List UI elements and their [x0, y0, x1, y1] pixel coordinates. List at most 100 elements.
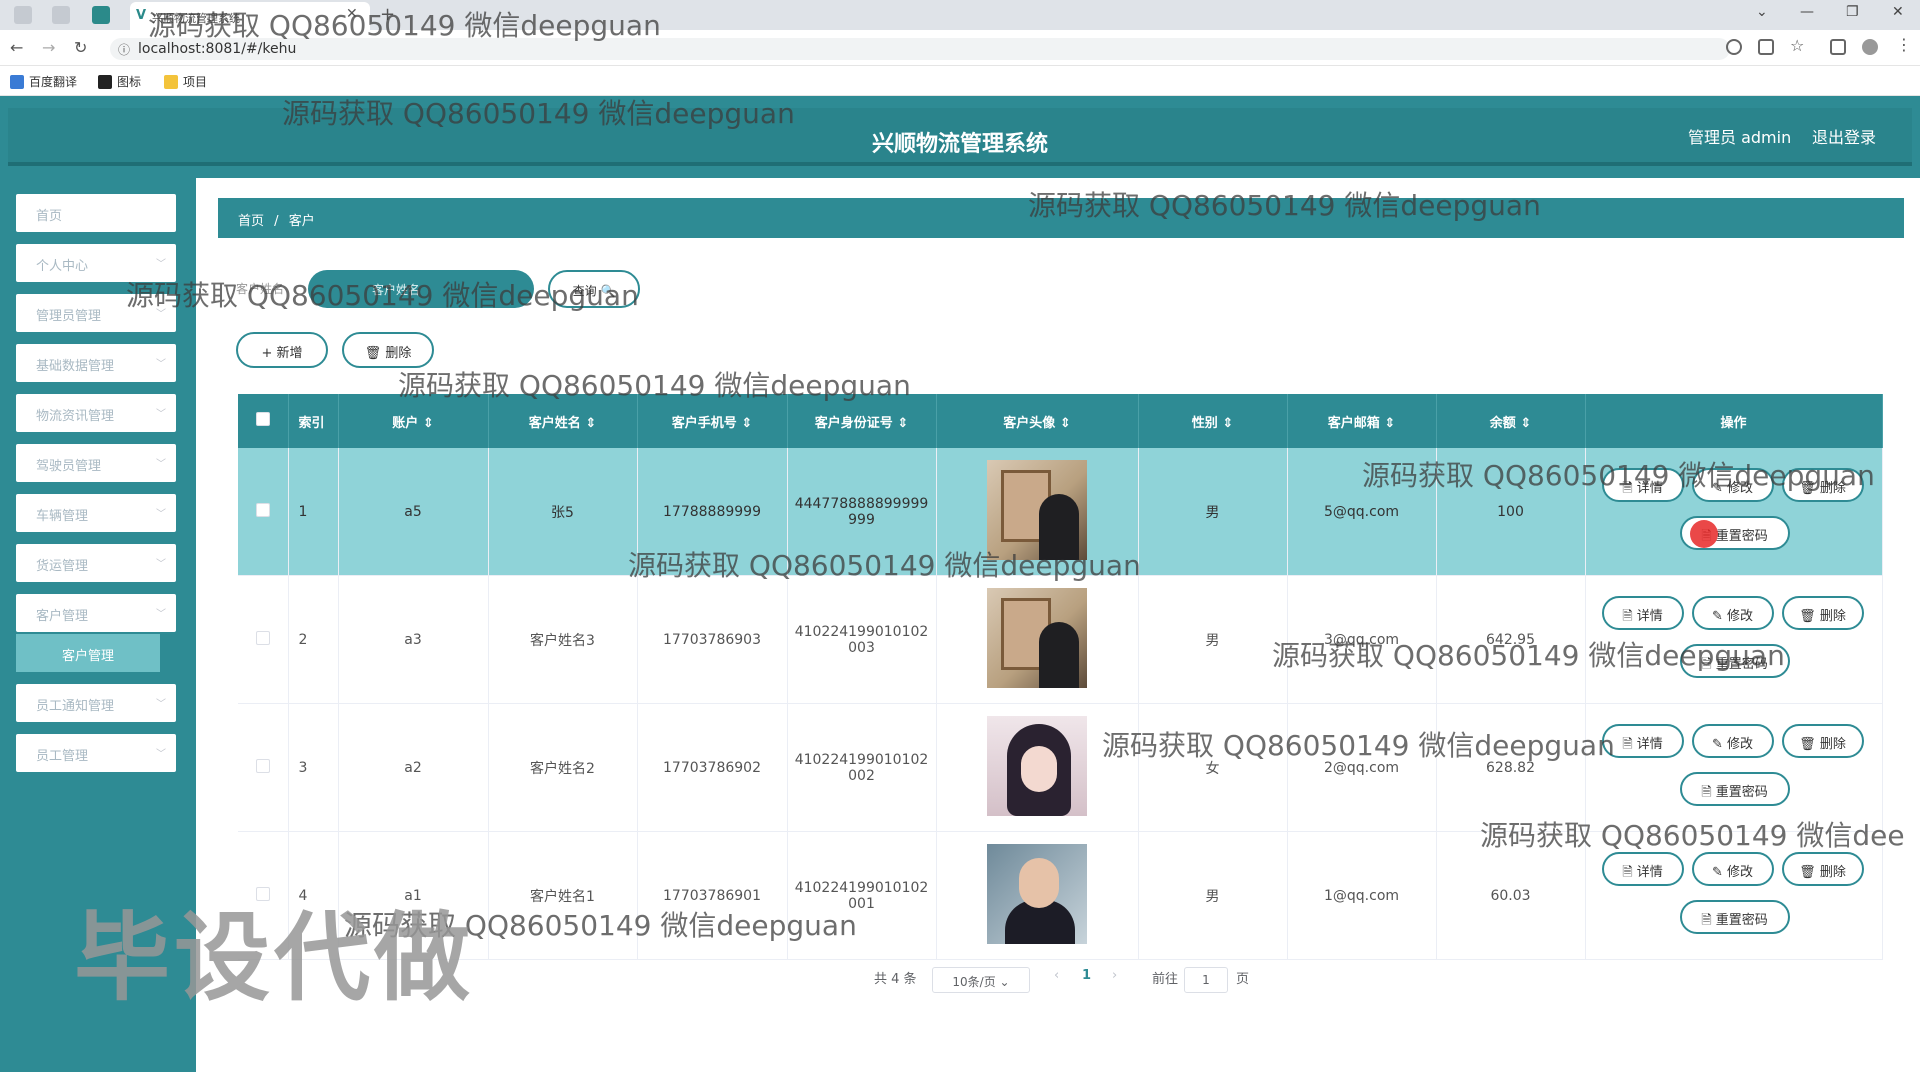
- select-all-checkbox[interactable]: [238, 394, 289, 448]
- breadcrumb-home[interactable]: 首页: [238, 214, 264, 229]
- cell-index: 1: [288, 448, 339, 576]
- cell-name: 客户姓名2: [488, 703, 638, 832]
- tab-search-icon[interactable]: ⌄: [1756, 4, 1768, 20]
- sidebar-item-home[interactable]: 首页: [16, 194, 176, 232]
- chevron-down-icon: ﹀: [156, 559, 166, 570]
- delete-button[interactable]: 🗑 删除: [1781, 596, 1864, 630]
- cell-balance: 628.82: [1436, 703, 1586, 832]
- header-gender[interactable]: 性别 ⇕: [1138, 394, 1288, 448]
- cell-operations: 🗎 详情 ✎ 修改 🗑 删除 🗎 重置密码: [1585, 703, 1883, 832]
- avatar: [987, 843, 1087, 944]
- watermark-text: 源码获取 QQ86050149 微信deepguan: [126, 279, 639, 312]
- cell-phone: 17703786903: [637, 575, 788, 704]
- header-avatar[interactable]: 客户头像 ⇕: [936, 394, 1139, 448]
- watermark-text: 源码获取 QQ86050149 微信deepguan: [1362, 459, 1875, 492]
- info-icon[interactable]: ⓘ: [118, 41, 130, 58]
- watermark-text: 源码获取 QQ86050149 微信deepguan: [628, 549, 1141, 582]
- page-number-current[interactable]: 1: [1082, 968, 1091, 983]
- bookmark-icons[interactable]: 图标: [98, 73, 141, 90]
- sidebar-item-vehicles[interactable]: 车辆管理 ﹀: [16, 494, 176, 532]
- chevron-down-icon: ﹀: [156, 509, 166, 520]
- cell-account: a2: [338, 703, 489, 832]
- watermark-text: 源码获取 QQ86050149 微信deepguan: [282, 97, 795, 130]
- star-icon[interactable]: ☆: [1790, 36, 1806, 55]
- watermark-text: 源码获取 QQ86050149 微信deepguan: [1272, 639, 1785, 672]
- cell-gender: 男: [1138, 831, 1288, 960]
- breadcrumb-current: 客户: [288, 214, 315, 229]
- forward-icon[interactable]: →: [42, 38, 55, 57]
- cell-avatar: [936, 831, 1139, 960]
- chevron-down-icon: ﹀: [156, 409, 166, 420]
- header-index: 索引: [288, 394, 339, 448]
- bookmark-baidu-translate[interactable]: 百度翻译: [10, 73, 77, 90]
- add-button[interactable]: + 新增: [236, 332, 328, 368]
- chevron-down-icon: ﹀: [156, 459, 166, 470]
- sidebar-subitem-customer-management[interactable]: 客户管理: [16, 634, 160, 672]
- share-icon[interactable]: [1758, 39, 1774, 55]
- cell-gender: 男: [1138, 575, 1288, 704]
- prev-page-icon[interactable]: ‹: [1054, 968, 1059, 983]
- edit-button[interactable]: ✎ 修改: [1691, 852, 1774, 886]
- mouse-cursor-icon: [1689, 520, 1718, 548]
- watermark-text: 源码获取 QQ86050149 微信deepguan: [1028, 189, 1541, 222]
- row-checkbox[interactable]: [255, 630, 270, 645]
- reload-icon[interactable]: ↻: [74, 38, 87, 57]
- header-email[interactable]: 客户邮箱 ⇕: [1287, 394, 1437, 448]
- image-icon: [98, 74, 112, 89]
- chevron-down-icon: ﹀: [156, 699, 166, 710]
- sidebar-item-staff-notice[interactable]: 员工通知管理 ﹀: [16, 684, 176, 722]
- close-window-icon[interactable]: ✕: [1892, 4, 1904, 20]
- sidebar-item-customers[interactable]: 客户管理 ﹀: [16, 594, 176, 632]
- minimize-icon[interactable]: —: [1800, 4, 1814, 20]
- sidebar-item-staff[interactable]: 员工管理 ﹀: [16, 734, 176, 772]
- back-icon[interactable]: ←: [10, 38, 23, 57]
- goto-suffix: 页: [1236, 972, 1250, 987]
- next-page-icon[interactable]: ›: [1112, 968, 1117, 983]
- trash-icon: 🗑: [364, 346, 382, 361]
- sidebar-item-news[interactable]: 物流资讯管理 ﹀: [16, 394, 176, 432]
- header-operations: 操作: [1585, 394, 1883, 448]
- sidebar-item-drivers[interactable]: 驾驶员管理 ﹀: [16, 444, 176, 482]
- sidebar-panel-icon[interactable]: [1830, 39, 1846, 55]
- row-checkbox[interactable]: [255, 502, 270, 517]
- cell-email: 2@qq.com: [1287, 703, 1437, 832]
- kebab-menu-icon[interactable]: ⋮: [1896, 35, 1912, 54]
- reset-password-button[interactable]: 🗎 重置密码: [1679, 772, 1790, 806]
- cell-id-number: 410224199010102 002: [787, 703, 937, 832]
- reset-password-button[interactable]: 🗎 重置密码: [1679, 900, 1790, 934]
- breadcrumb-separator: /: [274, 214, 279, 229]
- sidebar-item-basic-data[interactable]: 基础数据管理 ﹀: [16, 344, 176, 382]
- cell-name: 客户姓名3: [488, 575, 638, 704]
- sidebar-item-freight[interactable]: 货运管理 ﹀: [16, 544, 176, 582]
- cell-avatar: [936, 575, 1139, 704]
- github-icon[interactable]: [14, 6, 32, 24]
- page-size-select[interactable]: 10条/页 ⌄: [932, 967, 1030, 993]
- detail-button[interactable]: 🗎 详情: [1601, 596, 1684, 630]
- profile-icon[interactable]: [1862, 39, 1878, 55]
- key-icon[interactable]: [1726, 39, 1742, 55]
- cell-avatar: [936, 703, 1139, 832]
- table-row[interactable]: 3 a2 客户姓名2 17703786902 410224199010102 00…: [238, 703, 1883, 832]
- header-balance[interactable]: 余额 ⇕: [1436, 394, 1586, 448]
- current-user: 管理员 admin: [1688, 128, 1792, 147]
- detail-button[interactable]: 🗎 详情: [1601, 852, 1684, 886]
- cell-name: 张5: [488, 448, 638, 576]
- restore-icon[interactable]: ❐: [1846, 4, 1859, 20]
- edit-button[interactable]: ✎ 修改: [1691, 596, 1774, 630]
- batch-delete-button[interactable]: 🗑 删除: [342, 332, 434, 368]
- watermark-text: 源码获取 QQ86050149 微信deepguan: [398, 369, 911, 402]
- goto-prefix: 前往: [1152, 972, 1179, 987]
- row-checkbox[interactable]: [255, 758, 270, 773]
- cell-index: 2: [288, 575, 339, 704]
- cell-gender: 女: [1138, 703, 1288, 832]
- edit-button[interactable]: ✎ 修改: [1691, 724, 1774, 758]
- delete-button[interactable]: 🗑 删除: [1781, 724, 1864, 758]
- goto-page-input[interactable]: 1: [1184, 967, 1228, 993]
- delete-button[interactable]: 🗑 删除: [1781, 852, 1864, 886]
- vue-icon[interactable]: [92, 6, 110, 24]
- chevron-down-icon: ﹀: [156, 609, 166, 620]
- logout-link[interactable]: 退出登录: [1812, 124, 1876, 148]
- tab-favicon-icon[interactable]: [52, 6, 70, 24]
- chevron-down-icon: ﹀: [156, 749, 166, 760]
- bookmark-project[interactable]: 项目: [164, 73, 207, 90]
